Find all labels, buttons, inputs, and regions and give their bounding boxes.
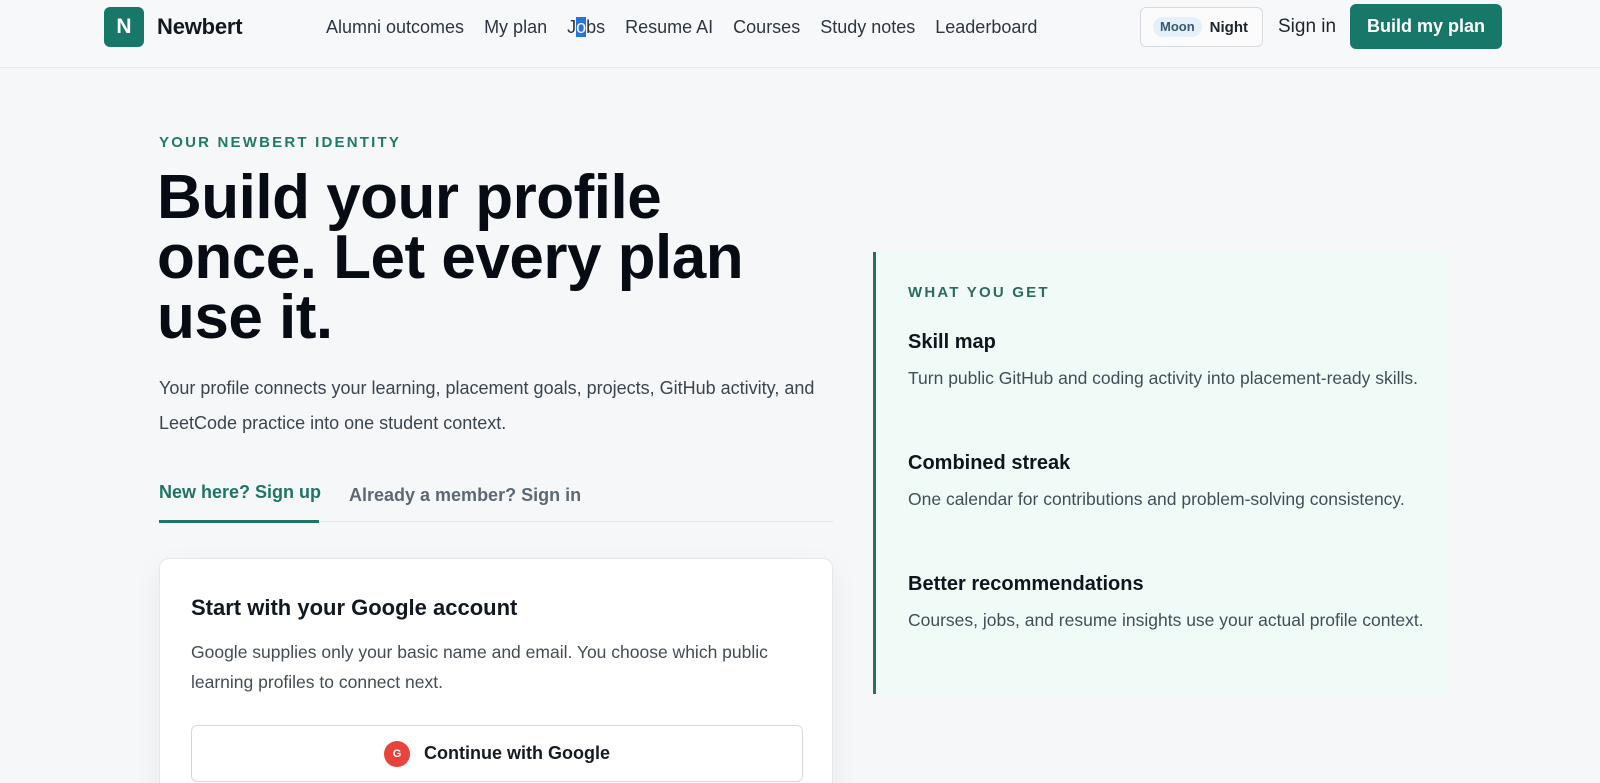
benefit-better-recommendations: Better recommendations Courses, jobs, an… [908,571,1428,635]
what-you-get-panel: WHAT YOU GET Skill map Turn public GitHu… [873,252,1449,694]
benefit-skill-map: Skill map Turn public GitHub and coding … [908,329,1428,393]
benefit-title: Skill map [908,331,996,353]
google-icon: G [384,740,410,767]
nav-jobs-text-b: bs [586,17,606,37]
google-button-label: Continue with Google [424,743,610,763]
nav-resume-ai[interactable]: Resume AI [625,15,713,39]
nav-alumni-outcomes[interactable]: Alumni outcomes [326,15,464,39]
identity-eyebrow: YOUR NEWBERT IDENTITY [159,134,402,151]
page-subtitle: Your profile connects your learning, pla… [159,378,815,433]
page-title-line-3: use it. [157,283,333,352]
google-signup-card: Start with your Google account Google su… [159,558,833,783]
sign-in-link[interactable]: Sign in [1278,15,1336,39]
what-you-get-eyebrow: WHAT YOU GET [908,284,1050,301]
tab-sign-up[interactable]: New here? Sign up [159,480,321,523]
nav-my-plan[interactable]: My plan [484,15,547,39]
nav-jobs[interactable]: Jobs [567,15,605,39]
nav-leaderboard[interactable]: Leaderboard [935,15,1037,39]
continue-with-google-button[interactable]: G Continue with Google [191,725,803,782]
nav-courses[interactable]: Courses [733,15,800,39]
nav-jobs-text-a: J [567,17,577,37]
benefit-combined-streak: Combined streak One calendar for contrib… [908,450,1428,514]
main-nav: Alumni outcomes My plan Jobs Resume AI C… [326,15,1057,39]
tab-sign-in[interactable]: Already a member? Sign in [349,483,581,507]
benefit-description: One calendar for contributions and probl… [908,489,1405,509]
brand-logo[interactable]: N Newbert [104,7,243,47]
benefit-title: Better recommendations [908,573,1144,595]
text-selection-highlight: o [576,17,587,37]
brand-name: Newbert [157,14,243,39]
page-title-line-2: once. Let every plan [157,223,744,292]
top-navigation-bar: N Newbert Alumni outcomes My plan Jobs R… [0,0,1600,68]
logo-icon: N [104,7,144,47]
page-title-line-1: Build your profile [157,163,662,232]
theme-toggle[interactable]: Moon Night [1140,7,1263,47]
build-my-plan-button[interactable]: Build my plan [1350,4,1502,49]
benefit-title: Combined streak [908,452,1071,474]
benefit-description: Turn public GitHub and coding activity i… [908,368,1419,388]
theme-night-label: Night [1209,18,1248,36]
benefit-description: Courses, jobs, and resume insights use y… [908,610,1424,630]
card-title: Start with your Google account [191,595,518,620]
card-description: Google supplies only your basic name and… [191,642,768,692]
page-title: Build your profile once. Let every plan … [157,163,797,352]
auth-tabs: New here? Sign up Already a member? Sign… [159,480,833,523]
nav-study-notes[interactable]: Study notes [820,15,915,39]
theme-moon-pill: Moon [1153,17,1202,37]
